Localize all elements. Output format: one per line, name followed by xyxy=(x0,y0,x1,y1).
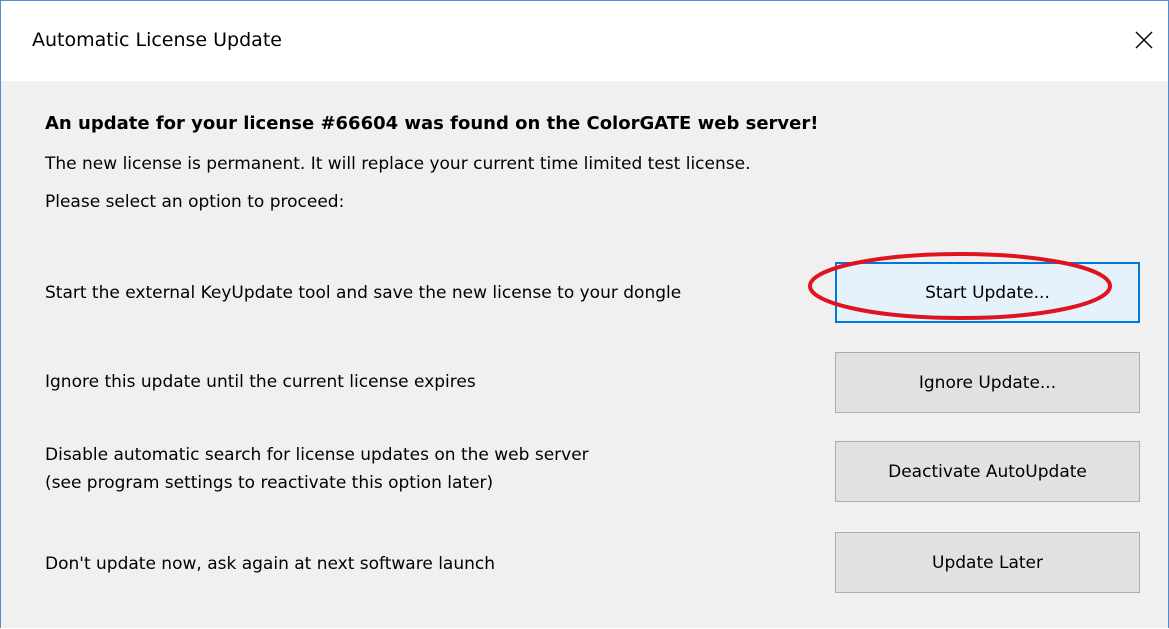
close-button[interactable] xyxy=(1118,17,1168,61)
deactivate-description-line2: (see program settings to reactivate this… xyxy=(45,473,494,493)
title-bar: Automatic License Update xyxy=(1,1,1168,81)
update-headline: An update for your license #66604 was fo… xyxy=(45,113,819,134)
select-option-prompt: Please select an option to proceed: xyxy=(45,192,345,212)
update-later-description: Don't update now, ask again at next soft… xyxy=(45,554,496,574)
dialog-window: Automatic License Update An update for y… xyxy=(0,0,1169,628)
close-icon xyxy=(1135,31,1153,49)
deactivate-description-line1: Disable automatic search for license upd… xyxy=(45,445,589,465)
update-later-button[interactable]: Update Later xyxy=(835,532,1140,593)
window-title: Automatic License Update xyxy=(32,29,282,51)
ignore-update-button[interactable]: Ignore Update... xyxy=(835,352,1140,413)
start-update-description: Start the external KeyUpdate tool and sa… xyxy=(45,283,682,303)
start-update-button[interactable]: Start Update... xyxy=(835,262,1140,323)
ignore-update-description: Ignore this update until the current lic… xyxy=(45,372,476,392)
deactivate-autoupdate-description: Disable automatic search for license upd… xyxy=(45,441,589,497)
deactivate-autoupdate-button[interactable]: Deactivate AutoUpdate xyxy=(835,441,1140,502)
dialog-content: An update for your license #66604 was fo… xyxy=(1,81,1168,628)
license-info-text: The new license is permanent. It will re… xyxy=(45,154,751,174)
